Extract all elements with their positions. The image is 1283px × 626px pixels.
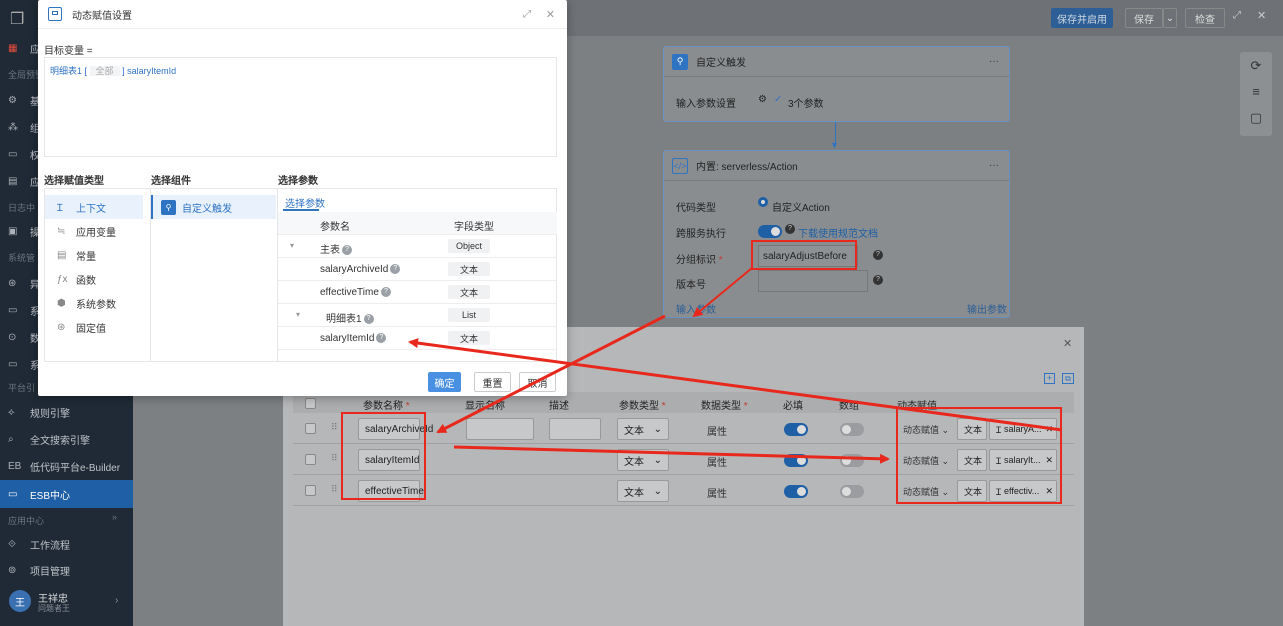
arrow-to-salaryItemId xyxy=(408,338,1063,432)
arrow-to-dynamic-values xyxy=(453,445,890,464)
annotation-arrows xyxy=(408,267,1063,464)
arrow-group-to-params xyxy=(692,267,753,318)
arrow-to-param-names xyxy=(436,314,666,434)
